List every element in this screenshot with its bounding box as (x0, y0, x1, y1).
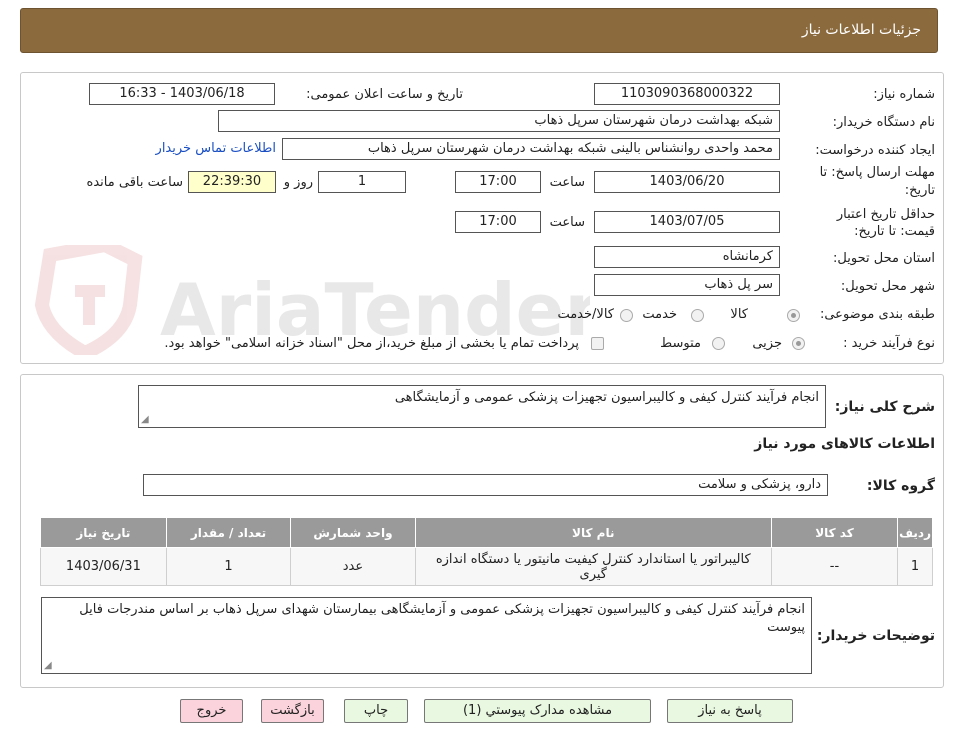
goods-group-label: گروه کالا: (866, 478, 935, 494)
table-row: 1 -- کالیبراتور یا استاندارد کنترل کیفیت… (40, 547, 933, 586)
buyer-org-label: نام دستگاه خریدار: (832, 115, 935, 130)
goods-table: ردیف کد کالا نام کالا واحد شمارش تعداد /… (40, 517, 933, 586)
summary-text: انجام فرآیند کنترل کیفی و کالیبراسیون تج… (394, 390, 819, 405)
cell-date: 1403/06/31 (40, 547, 167, 586)
validity-label-line2: قیمت: تا تاریخ: (854, 224, 935, 239)
creator-field: محمد واحدی روانشناس بالینی شبکه بهداشت د… (282, 138, 780, 160)
goods-group-field: دارو، پزشکی و سلامت (143, 474, 828, 496)
category-radio-goods-service[interactable] (620, 309, 633, 322)
cell-code: -- (770, 547, 899, 586)
resize-grip-icon[interactable]: ◢ (44, 661, 52, 671)
validity-label-line1: حداقل تاریخ اعتبار (836, 207, 935, 222)
category-radio-service[interactable] (691, 309, 704, 322)
cell-qty: 1 (165, 547, 292, 586)
col-header-name: نام کالا (414, 517, 772, 548)
buyer-org-field: شبکه بهداشت درمان شهرستان سرپل ذهاب (218, 110, 780, 132)
announce-label: تاریخ و ساعت اعلان عمومی: (306, 87, 463, 102)
resize-grip-icon[interactable]: ◢ (141, 415, 149, 425)
page-title: جزئیات اطلاعات نیاز (801, 22, 921, 38)
deadline-time-field: 17:00 (455, 171, 541, 193)
validity-time-field: 17:00 (455, 211, 541, 233)
remaining-days-field: 1 (318, 171, 406, 193)
deadline-time-label: ساعت (549, 175, 585, 190)
category-label: طبقه بندی موضوعی: (819, 307, 935, 322)
category-option-goods-service: کالا/خدمت (557, 307, 614, 322)
process-radio-medium[interactable] (712, 337, 725, 350)
summary-label: شرح کلی نیاز: (834, 399, 935, 415)
buyer-notes-text: انجام فرآیند کنترل کیفی و کالیبراسیون تج… (79, 602, 805, 635)
announce-field: 1403/06/18 - 16:33 (89, 83, 275, 105)
summary-textarea: انجام فرآیند کنترل کیفی و کالیبراسیون تج… (138, 385, 826, 428)
remaining-label: ساعت باقی مانده (86, 175, 183, 190)
payment-note: پرداخت تمام یا بخشی از مبلغ خرید،از محل … (164, 336, 579, 351)
page-header: جزئیات اطلاعات نیاز (20, 8, 938, 53)
buyer-notes-label: توضیحات خریدار: (816, 628, 935, 644)
category-option-service: خدمت (642, 307, 677, 322)
back-button[interactable]: بازگشت (261, 699, 324, 723)
cell-row-number: 1 (897, 547, 933, 586)
deadline-label-line2: تاریخ: (904, 183, 935, 198)
col-header-qty: تعداد / مقدار (165, 517, 292, 548)
goods-section-title: اطلاعات کالاهای مورد نیاز (754, 436, 935, 452)
process-option-minor: جزیی (752, 336, 782, 351)
process-label: نوع فرآیند خرید : (843, 336, 935, 351)
category-radio-goods[interactable] (787, 309, 800, 322)
print-button[interactable]: چاپ (344, 699, 408, 723)
creator-label: ایجاد کننده درخواست: (815, 143, 935, 158)
treasury-checkbox[interactable] (591, 337, 604, 350)
cell-unit: عدد (290, 547, 416, 586)
buyer-contact-link[interactable]: اطلاعات تماس خریدار (156, 141, 276, 156)
cell-name: کالیبراتور یا استاندارد کنترل کیفیت مانی… (414, 547, 772, 586)
validity-time-label: ساعت (549, 215, 585, 230)
col-header-date: تاریخ نیاز (40, 517, 167, 548)
province-label: استان محل تحویل: (833, 251, 935, 266)
category-option-goods: کالا (730, 307, 748, 322)
reply-button[interactable]: پاسخ به نیاز (667, 699, 793, 723)
city-label: شهر محل تحویل: (840, 279, 935, 294)
remaining-time-field: 22:39:30 (188, 171, 276, 193)
deadline-date-field: 1403/06/20 (594, 171, 780, 193)
validity-date-field: 1403/07/05 (594, 211, 780, 233)
buyer-notes-textarea: انجام فرآیند کنترل کیفی و کالیبراسیون تج… (41, 597, 812, 674)
deadline-label-line1: مهلت ارسال پاسخ: تا (819, 165, 935, 180)
province-field: کرمانشاه (594, 246, 780, 268)
view-attachments-button[interactable]: مشاهده مدارک پیوستي (1) (424, 699, 651, 723)
days-label: روز و (283, 175, 313, 190)
process-option-medium: متوسط (660, 336, 701, 351)
col-header-unit: واحد شمارش (290, 517, 416, 548)
process-radio-minor[interactable] (792, 337, 805, 350)
col-header-row: ردیف (897, 517, 933, 548)
goods-table-header: ردیف کد کالا نام کالا واحد شمارش تعداد /… (40, 517, 933, 548)
exit-button[interactable]: خروج (180, 699, 243, 723)
city-field: سر پل ذهاب (594, 274, 780, 296)
need-number-field: 1103090368000322 (594, 83, 780, 105)
col-header-code: کد کالا (770, 517, 899, 548)
need-number-label: شماره نیاز: (873, 87, 935, 102)
